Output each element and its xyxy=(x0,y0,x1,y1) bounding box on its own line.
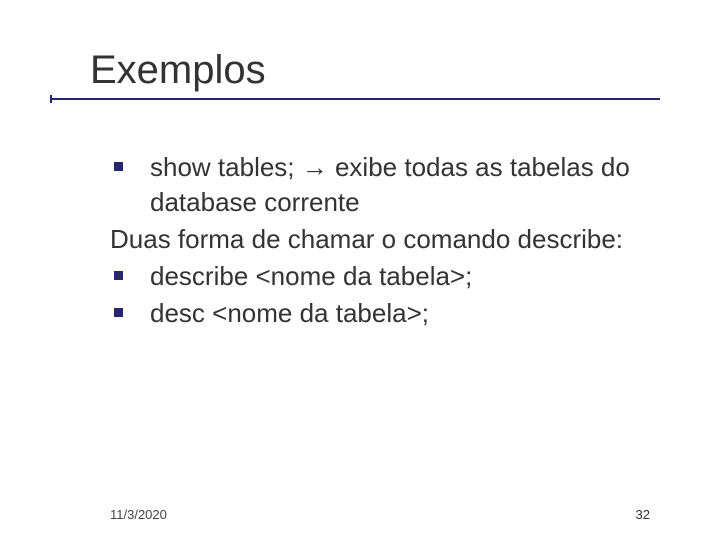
bullet-item: show tables; → exibe todas as tabelas do… xyxy=(110,150,650,220)
slide-body: show tables; → exibe todas as tabelas do… xyxy=(110,150,650,333)
footer-date: 11/3/2020 xyxy=(110,507,167,522)
square-bullet-icon xyxy=(114,162,123,171)
bullet-text: describe <nome da tabela>; xyxy=(150,261,472,291)
slide-footer: 11/3/2020 32 xyxy=(110,507,650,522)
bullet-item: describe <nome da tabela>; xyxy=(110,259,650,294)
title-rule xyxy=(50,97,660,101)
footer-page-number: 32 xyxy=(636,507,650,522)
title-block: Exemplos xyxy=(90,48,660,101)
plain-paragraph: Duas forma de chamar o comando describe: xyxy=(110,222,650,257)
bullet-item: desc <nome da tabela>; xyxy=(110,296,650,331)
square-bullet-icon xyxy=(114,271,123,280)
paragraph-text: Duas forma de chamar o comando describe: xyxy=(110,224,623,254)
slide-title: Exemplos xyxy=(90,48,660,93)
bullet-text: show tables; → exibe todas as tabelas do… xyxy=(150,152,630,217)
bullet-text: desc <nome da tabela>; xyxy=(150,298,429,328)
square-bullet-icon xyxy=(114,308,123,317)
